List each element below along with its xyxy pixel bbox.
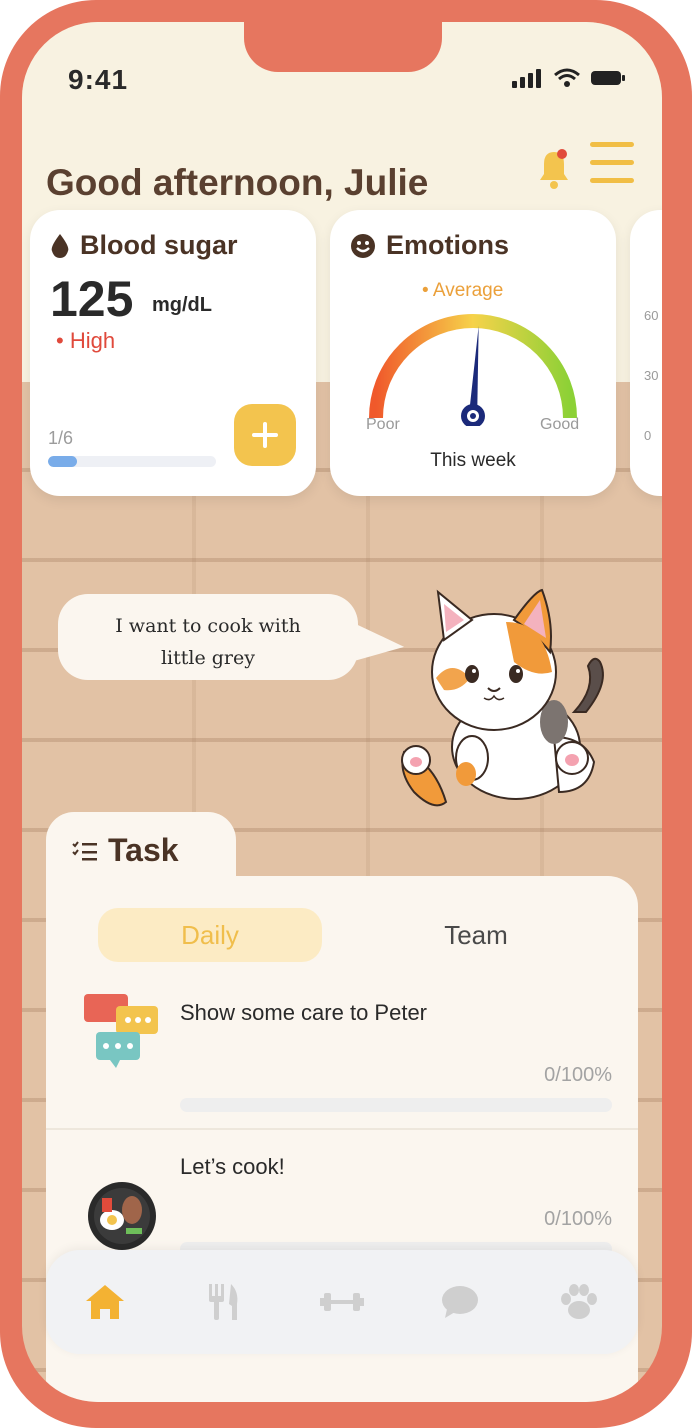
emotions-card[interactable]: Emotions • Average Poor Good This week	[330, 210, 616, 496]
nav-chat[interactable]	[430, 1272, 490, 1332]
task-title: Task	[72, 832, 179, 869]
screen: 9:41 Good afternoon, Julie Blood sugar 1	[22, 22, 662, 1402]
gauge-poor-label: Poor	[366, 416, 400, 433]
task-progress-bar	[180, 1098, 612, 1112]
bottom-nav	[46, 1250, 638, 1354]
third-card-partial[interactable]: 60 30 0	[630, 210, 662, 496]
home-icon	[86, 1285, 125, 1319]
blood-sugar-value: 125	[50, 271, 134, 327]
signal-icon	[512, 69, 541, 88]
blood-sugar-title-text: Blood sugar	[80, 230, 238, 260]
food-pan-icon	[88, 1182, 156, 1250]
blood-sugar-progress-label: 1/6	[48, 428, 74, 448]
status-icons	[512, 68, 626, 88]
notch	[244, 22, 442, 72]
pet-speech-line-2: little grey	[160, 647, 255, 669]
battery-icon	[591, 71, 625, 85]
nav-pet[interactable]	[549, 1272, 609, 1332]
task-progress-text: 0/100%	[544, 1064, 612, 1086]
task-name: Show some care to Peter	[180, 1000, 428, 1025]
chat-icon	[442, 1286, 479, 1318]
menu-icon[interactable]	[590, 142, 634, 186]
dumbbell-icon	[319, 1293, 364, 1311]
emotion-gauge	[369, 314, 577, 426]
gauge-needle	[469, 326, 479, 413]
bell-icon[interactable]	[534, 144, 574, 192]
blood-sugar-card[interactable]: Blood sugar 125 mg/dL • High 1/6	[30, 210, 316, 496]
blood-sugar-title: Blood sugar	[50, 230, 238, 261]
emotion-period: This week	[430, 450, 516, 471]
axis-tick: 0	[644, 428, 652, 443]
status-time: 9:41	[68, 64, 129, 95]
nav-fitness[interactable]	[312, 1272, 372, 1332]
wifi-icon	[554, 68, 580, 87]
fork-knife-icon	[208, 1284, 237, 1320]
greeting-title: Good afternoon, Julie	[46, 162, 429, 203]
task-name: Let’s cook!	[180, 1154, 285, 1179]
pet-speech-line-1: I want to cook with	[115, 615, 301, 637]
task-item[interactable]: Show some care to Peter 0/100%	[46, 992, 638, 1130]
cat-illustration[interactable]	[374, 562, 614, 812]
emotion-current: • Average	[422, 280, 504, 301]
nav-home[interactable]	[75, 1272, 135, 1332]
axis-tick: 30	[644, 368, 659, 383]
task-progress-text: 0/100%	[544, 1208, 612, 1230]
chat-bubbles-icon	[84, 994, 158, 1068]
speech-bubble: I want to cook with little grey	[58, 594, 358, 680]
tab-daily[interactable]: Daily	[98, 908, 322, 962]
tab-team[interactable]: Team	[376, 908, 576, 962]
blood-sugar-unit: mg/dL	[152, 294, 212, 316]
add-reading-button[interactable]	[234, 404, 296, 466]
smiley-icon	[351, 233, 375, 258]
pet-speech: I want to cook with little grey	[58, 610, 358, 674]
task-title-text: Task	[108, 832, 179, 868]
emotions-title: Emotions	[350, 230, 509, 261]
blood-sugar-level: • High	[56, 328, 116, 353]
nav-food[interactable]	[194, 1272, 254, 1332]
gauge-good-label: Good	[540, 416, 580, 433]
axis-tick: 60	[644, 308, 659, 323]
blood-sugar-progress-fill	[48, 456, 77, 467]
checklist-icon	[72, 840, 97, 860]
blood-sugar-progress-bar	[48, 456, 216, 467]
blood-drop-icon	[51, 233, 69, 258]
emotions-title-text: Emotions	[386, 230, 510, 260]
paw-icon	[560, 1284, 597, 1319]
